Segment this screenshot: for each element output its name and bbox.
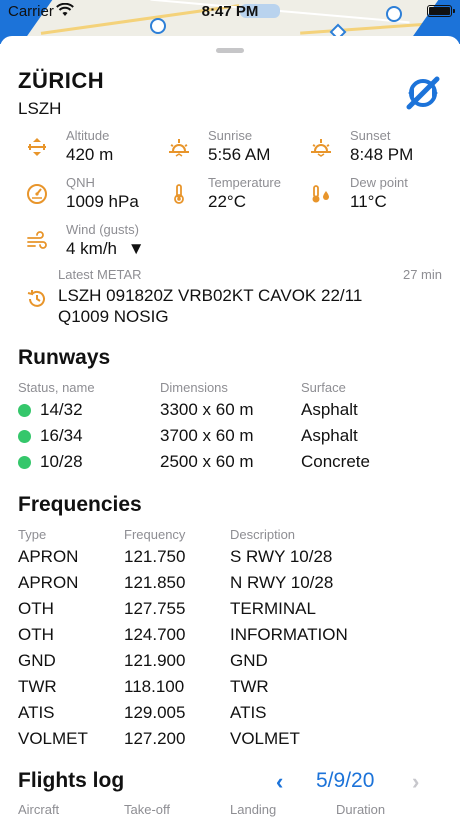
altitude-icon [28,138,46,156]
frequency-type: APRON [18,573,79,592]
runway-surface: Asphalt [301,400,358,419]
frequency-description: TWR [230,677,269,696]
sunrise-icon [169,139,189,157]
frequency-description: TERMINAL [230,599,316,618]
sunset-item: Sunset 8:48 PM [310,128,450,168]
frequency-type: TWR [18,677,57,696]
airport-icao: LSZH [18,99,62,118]
frequencies-header-description: Description [230,527,296,542]
sheet-grabber[interactable] [216,48,244,53]
qnh-item: QNH 1009 hPa [26,175,166,215]
airport-detail-sheet: ZÜRICH LSZH Altitude 420 m Sunrise 5:56 … [0,36,460,818]
runway-dimensions: 2500 x 60 m [160,452,254,471]
frequency-type: OTH [18,625,54,644]
clock: 8:47 PM [201,3,259,20]
airport-name: ZÜRICH [18,68,105,93]
flights-log-title: Flights log [18,769,125,792]
wind-icon [27,231,47,249]
runway-name: 14/32 [40,400,83,419]
sunrise-label: Sunrise [208,128,253,143]
runways-title: Runways [18,346,111,369]
frequency-description: N RWY 10/28 [230,573,334,592]
previous-date-button[interactable]: ‹ [276,769,283,795]
frequency-type: GND [18,651,56,670]
runway-status-dot [18,404,31,417]
runway-name: 10/28 [40,452,83,471]
metar-text: LSZH 091820Z VRB02KT CAVOK 22/11 Q1009 N… [58,286,363,326]
frequencies-header-type: Type [18,527,47,542]
sunset-value: 8:48 PM [350,145,414,164]
runway-dimensions: 3300 x 60 m [160,400,254,419]
frequency-description: ATIS [230,703,267,722]
runway-dimensions: 3700 x 60 m [160,426,254,445]
runway-status-dot [18,456,31,469]
barometer-icon [27,184,47,204]
thermometer-icon [174,184,184,204]
dew-point-label: Dew point [350,175,408,190]
flights-header-aircraft: Aircraft [18,802,60,817]
altitude-label: Altitude [66,128,110,143]
frequency-value: 129.005 [124,703,186,722]
frequency-type: APRON [18,547,79,566]
temperature-value: 22°C [208,192,246,211]
runway-name: 16/34 [40,426,83,445]
altitude-value: 420 m [66,145,114,164]
dew-point-value: 11°C [350,192,387,211]
wind-item: Wind (gusts) 4 km/h ▼ [26,222,186,262]
flights-header-duration: Duration [336,802,386,817]
metar-label: Latest METAR [58,267,142,282]
runways-header-surface: Surface [301,380,346,395]
status-bar: Carrier 8:47 PM [0,0,460,24]
frequencies-title: Frequencies [18,493,142,516]
frequency-value: 127.200 [124,729,186,748]
sunset-icon [311,139,331,157]
wind-speed: 4 km/h [66,239,118,258]
frequency-type: ATIS [18,703,55,722]
temperature-label: Temperature [208,175,281,190]
runways-header-status: Status, name [18,380,95,395]
runway-surface: Asphalt [301,426,358,445]
frequency-value: 127.755 [124,599,186,618]
qnh-label: QNH [66,175,95,190]
altitude-item: Altitude 420 m [26,128,166,168]
flights-log-date[interactable]: 5/9/20 [316,769,374,793]
frequency-value: 124.700 [124,625,186,644]
frequency-value: 121.900 [124,651,186,670]
battery-icon [427,5,455,17]
wind-value: 4 km/h ▼ [66,239,145,259]
frequency-value: 118.100 [124,677,185,696]
frequency-description: S RWY 10/28 [230,547,333,566]
history-icon [27,290,45,307]
frequency-value: 121.750 [124,547,186,566]
wind-label: Wind (gusts) [66,222,139,237]
next-date-button[interactable]: › [412,769,419,795]
sunrise-value: 5:56 AM [208,145,271,164]
sunrise-item: Sunrise 5:56 AM [168,128,308,168]
wind-direction-arrow-icon: ▼ [127,239,145,258]
flights-header-landing: Landing [230,802,277,817]
metar-age: 27 min [402,267,442,282]
dew-point-item: Dew point 11°C [310,175,450,215]
sunset-label: Sunset [350,128,391,143]
runways-header-dimensions: Dimensions [160,380,228,395]
runway-surface: Concrete [301,452,370,471]
runway-status-dot [18,430,31,443]
navigation-target-icon[interactable] [404,74,442,112]
temperature-item: Temperature 22°C [168,175,308,215]
frequencies-header-frequency: Frequency [124,527,186,542]
frequency-description: INFORMATION [230,625,348,644]
frequency-type: OTH [18,599,54,618]
frequency-value: 121.850 [124,573,186,592]
dew-point-icon [312,185,329,203]
flights-header-takeoff: Take-off [124,802,171,817]
frequency-description: VOLMET [230,729,300,748]
frequency-type: VOLMET [18,729,88,748]
frequency-description: GND [230,651,268,670]
qnh-value: 1009 hPa [66,192,139,211]
